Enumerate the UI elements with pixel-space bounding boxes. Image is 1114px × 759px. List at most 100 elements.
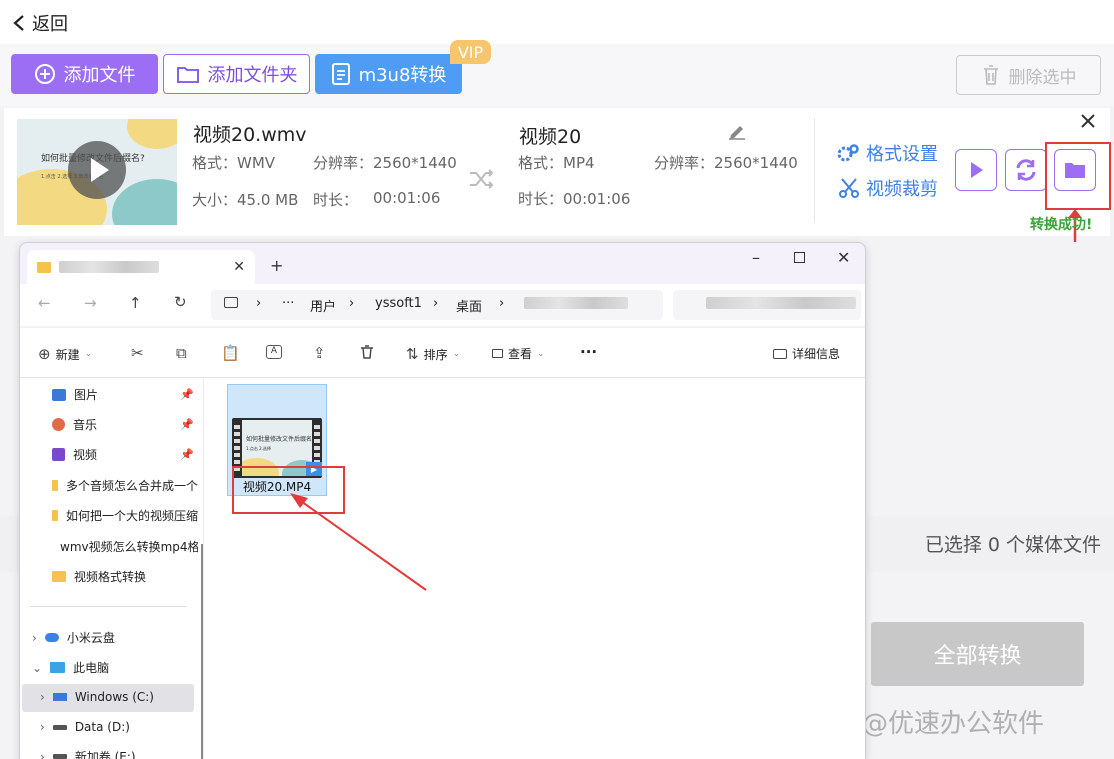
folder-icon: [37, 261, 51, 273]
reconvert-button[interactable]: [1005, 149, 1047, 191]
new-button[interactable]: ⊕ 新建 ⌄: [38, 345, 92, 363]
folder-icon: [52, 571, 66, 582]
details-pane-button[interactable]: 详细信息: [773, 345, 840, 362]
details-label: 详细信息: [792, 347, 841, 361]
rename-icon[interactable]: A: [266, 345, 282, 359]
minimize-icon[interactable]: –: [752, 248, 760, 267]
folder-icon: [52, 480, 58, 491]
edit-pencil-icon[interactable]: [727, 122, 747, 140]
quick-access-videos[interactable]: 视频: [52, 446, 97, 463]
document-icon: [331, 63, 350, 85]
delete-icon[interactable]: [359, 344, 375, 364]
refresh-icon[interactable]: ↻: [174, 293, 187, 311]
tree-item-xiaomi-cloud[interactable]: › 小米云盘: [32, 629, 115, 646]
pc-label: 此电脑: [73, 661, 110, 675]
add-file-label: 添加文件: [63, 65, 136, 86]
chevron-left-icon: [13, 15, 24, 31]
up-arrow-icon[interactable]: ↑: [129, 294, 142, 312]
format-settings-link[interactable]: 格式设置: [836, 140, 938, 166]
convert-all-button[interactable]: 全部转换: [871, 622, 1084, 686]
window-close-icon[interactable]: ✕: [837, 248, 850, 267]
forward-arrow-icon[interactable]: →: [84, 294, 97, 312]
view-button[interactable]: 查看 ⌄: [492, 345, 545, 362]
breadcrumb-users[interactable]: 用户: [310, 296, 336, 315]
m3u8-convert-button[interactable]: m3u8转换: [315, 54, 462, 94]
tab-close-icon[interactable]: ✕: [233, 259, 245, 275]
sidebar-divider: [30, 606, 187, 607]
sort-icon: ⇅: [406, 345, 419, 363]
file-thumb-sub: 1.点击 2.选择: [246, 446, 271, 451]
paste-icon[interactable]: 📋: [221, 344, 240, 362]
trash-icon: [983, 65, 998, 85]
folder-icon: [176, 67, 199, 83]
folder-item[interactable]: 如何把一个大的视频压缩: [52, 507, 198, 524]
delete-selected-button[interactable]: 删除选中: [956, 55, 1101, 95]
back-button[interactable]: 返回: [12, 10, 68, 36]
cut-icon[interactable]: ✂: [131, 344, 144, 362]
preview-play-button[interactable]: [955, 149, 997, 191]
music-icon: [52, 418, 65, 431]
folder-label: 多个音频怎么合并成一个: [65, 479, 198, 493]
tree-item-this-pc[interactable]: ⌄ 此电脑: [32, 659, 109, 676]
format-settings-label: 格式设置: [866, 144, 938, 165]
explorer-tab[interactable]: ✕: [27, 250, 255, 284]
folder-icon: [52, 510, 58, 521]
blurred-search-placeholder: [706, 297, 856, 309]
output-resolution: 分辨率：2560*1440: [654, 154, 798, 172]
more-button[interactable]: ···: [580, 343, 597, 361]
quick-access-music[interactable]: 音乐: [52, 416, 97, 433]
folder-label: wmv视频怎么转换mp4格: [60, 540, 198, 554]
drive-d-label: Data (D:): [74, 720, 130, 734]
tree-item-drive-e[interactable]: › 新加卷 (E:): [40, 748, 136, 759]
source-duration: 00:01:06: [373, 189, 441, 207]
open-output-folder-button[interactable]: [1054, 149, 1096, 191]
folder-item[interactable]: 多个音频怎么合并成一个: [52, 477, 198, 494]
details-pane-icon: [773, 348, 787, 359]
source-format: 格式：WMV: [192, 154, 276, 172]
close-icon[interactable]: [1080, 113, 1096, 129]
delete-selected-label: 删除选中: [1008, 67, 1077, 88]
file-thumb-text: 如何批量修改文件后缀名?: [246, 436, 312, 443]
music-label: 音乐: [73, 418, 98, 432]
new-tab-icon[interactable]: +: [270, 256, 283, 275]
breadcrumb-user[interactable]: yssoft1: [375, 296, 422, 311]
drive-c-label: Windows (C:): [74, 690, 154, 704]
blurred-breadcrumb: [524, 297, 628, 309]
computer-icon: [224, 297, 238, 308]
video-thumbnail[interactable]: 如何批量修改文件后缀名? 1.点击 2.选择 3.修改后缀名: [17, 119, 177, 225]
source-duration-label: 时长：: [313, 191, 359, 209]
maximize-icon[interactable]: [794, 252, 805, 263]
folder-label: 视频格式转换: [74, 570, 147, 584]
drive-icon: [52, 724, 67, 730]
cloud-icon: [44, 633, 59, 642]
output-file-name: 视频20: [519, 126, 582, 148]
copy-icon[interactable]: ⧉: [176, 344, 187, 362]
chevron-right-icon: ›: [40, 720, 45, 734]
xiaomi-label: 小米云盘: [66, 631, 115, 645]
tree-item-drive-d[interactable]: › Data (D:): [40, 720, 130, 734]
pin-icon[interactable]: 📌: [180, 418, 194, 431]
plus-circle-icon: [34, 64, 55, 84]
pin-icon[interactable]: 📌: [180, 388, 194, 401]
back-arrow-icon[interactable]: ←: [38, 294, 51, 312]
chevron-right-icon: ›: [40, 690, 45, 704]
back-label: 返回: [32, 14, 68, 35]
folder-item[interactable]: 视频格式转换: [52, 568, 146, 585]
videos-label: 视频: [73, 448, 98, 462]
add-folder-button[interactable]: 添加文件夹: [163, 54, 310, 94]
breadcrumb-desktop[interactable]: 桌面: [456, 296, 482, 315]
quick-access-pictures[interactable]: 图片: [52, 386, 98, 403]
add-file-button[interactable]: 添加文件: [11, 54, 158, 94]
selected-count: 已选择 0 个媒体文件: [924, 534, 1101, 556]
share-icon[interactable]: ⇪: [313, 344, 326, 362]
sort-button[interactable]: ⇅ 排序 ⌄: [406, 345, 460, 363]
folder-icon: [1065, 163, 1085, 178]
pin-icon[interactable]: 📌: [180, 448, 194, 461]
shuffle-arrows-icon: [470, 169, 494, 189]
video-crop-link[interactable]: 视频裁剪: [838, 175, 938, 201]
tree-item-drive-c[interactable]: › Windows (C:): [40, 690, 154, 704]
folder-item[interactable]: wmv视频怎么转换mp4格: [52, 538, 198, 555]
play-icon[interactable]: [68, 141, 126, 199]
breadcrumb-more[interactable]: ···: [282, 296, 294, 311]
drive-icon: [52, 754, 67, 759]
